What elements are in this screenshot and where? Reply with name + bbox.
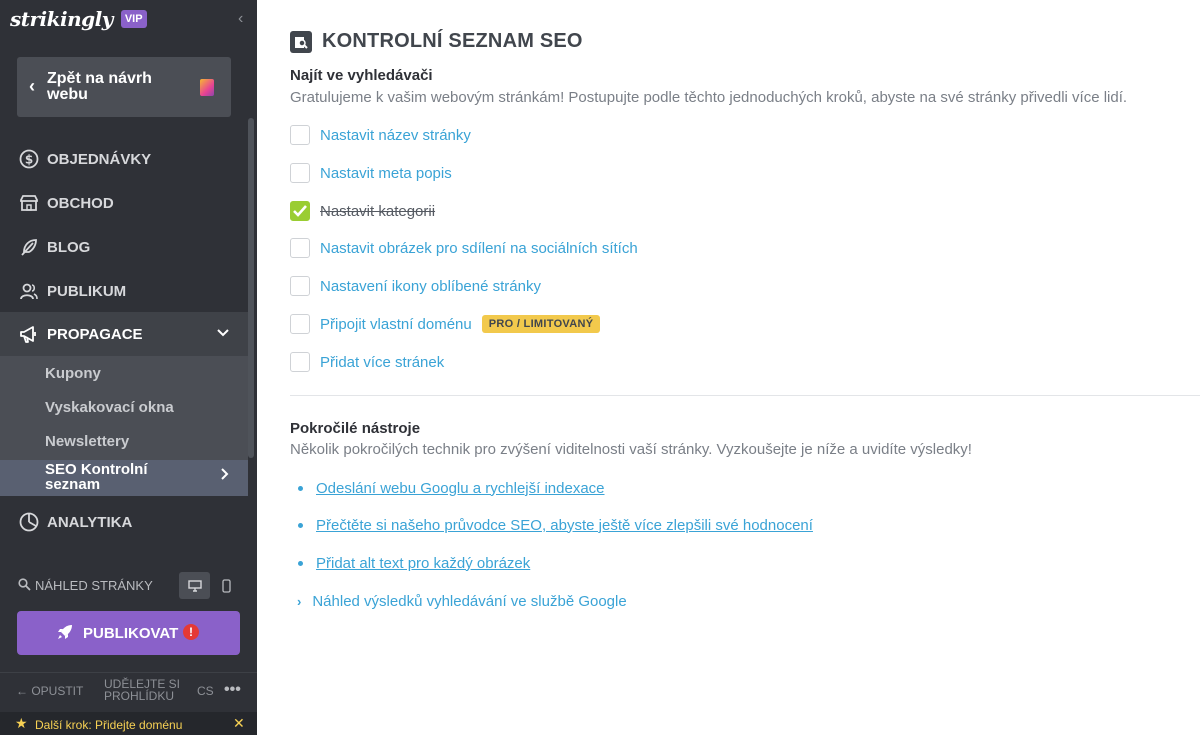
section-desc-advanced: Několik pokročilých technik pro zvýšení …: [290, 441, 972, 458]
nav-item-audience[interactable]: PUBLIKUM: [0, 269, 248, 313]
nav-item-analytics[interactable]: ANALYTIKA: [0, 500, 248, 544]
seo-search-icon: [290, 30, 312, 53]
back-to-editor-button[interactable]: ‹ Zpět na návrh webu: [17, 57, 231, 117]
submenu-item-coupons[interactable]: Kupony: [45, 365, 101, 382]
checkbox[interactable]: [290, 238, 310, 258]
brand: strikingly VIP: [10, 7, 147, 31]
page-preview-label[interactable]: NÁHLED STRÁNKY: [35, 578, 153, 593]
sidebar-scrollbar[interactable]: [248, 118, 254, 458]
checklist-item[interactable]: Připojit vlastní doménu PRO / LIMITOVANÝ: [290, 313, 601, 335]
sidebar: strikingly VIP ‹ ‹ Zpět na návrh webu $ …: [0, 0, 257, 735]
list-item: Odeslání webu Googlu a rychlejší indexac…: [298, 478, 605, 498]
nav-label: PROPAGACE: [47, 325, 143, 343]
bullet: [298, 485, 303, 491]
next-step-label: Další krok: Přidejte doménu: [35, 718, 183, 732]
chevron-down-icon: [216, 325, 230, 343]
next-step-banner[interactable]: ★ Další krok: Přidejte doménu ✕: [0, 712, 257, 735]
megaphone-icon: [18, 323, 40, 345]
google-preview-toggle[interactable]: › Náhled výsledků vyhledávání ve službě …: [297, 590, 627, 612]
chevron-right-icon: [220, 467, 230, 486]
checklist-link[interactable]: Nastavit název stránky: [320, 127, 471, 144]
feather-icon: [18, 236, 40, 258]
advanced-link[interactable]: Přidat alt text pro každý obrázek: [316, 555, 530, 572]
take-tour-button[interactable]: UDĚLEJTE SI PROHLÍDKU: [104, 678, 184, 702]
advanced-link[interactable]: Odeslání webu Googlu a rychlejší indexac…: [316, 480, 605, 497]
checklist-link[interactable]: Nastavit obrázek pro sdílení na sociální…: [320, 240, 638, 257]
checkmark-icon: [293, 205, 307, 217]
desktop-preview-button[interactable]: [179, 572, 210, 599]
submenu-item-popups[interactable]: Vyskakovací okna: [45, 399, 174, 416]
nav-item-promotion[interactable]: PROPAGACE: [0, 312, 248, 356]
language-selector[interactable]: CS: [197, 684, 214, 698]
nav-item-store[interactable]: OBCHOD: [0, 181, 248, 225]
sidebar-footer: ← OPUSTIT UDĚLEJTE SI PROHLÍDKU CS •••: [0, 672, 257, 710]
bullet: [298, 522, 303, 528]
nav-label: BLOG: [47, 238, 91, 256]
users-icon: [18, 280, 40, 302]
exit-label: OPUSTIT: [31, 684, 84, 698]
submenu-item-newsletters[interactable]: Newslettery: [45, 433, 129, 450]
google-preview-label: Náhled výsledků vyhledávání ve službě Go…: [312, 592, 627, 610]
nav-item-orders[interactable]: $ OBJEDNÁVKY: [0, 137, 248, 181]
checkbox[interactable]: [290, 163, 310, 183]
checklist-item[interactable]: Přidat více stránek: [290, 351, 444, 373]
nav-label: OBCHOD: [47, 194, 114, 212]
checkbox[interactable]: [290, 352, 310, 372]
checkbox[interactable]: [290, 125, 310, 145]
svg-text:$: $: [25, 153, 33, 167]
back-to-editor-label: Zpět na návrh webu: [47, 70, 152, 103]
advanced-link[interactable]: Přečtěte si našeho průvodce SEO, abyste …: [316, 517, 813, 534]
pro-limited-badge: PRO / LIMITOVANÝ: [481, 315, 601, 333]
checklist-item[interactable]: Nastavit kategorii: [290, 200, 435, 222]
store-icon: [18, 192, 40, 214]
section-desc-search: Gratulujeme k vašim webovým stránkám! Po…: [290, 89, 1128, 106]
logo[interactable]: strikingly: [10, 7, 113, 31]
nav-item-blog[interactable]: BLOG: [0, 225, 248, 269]
checklist-item[interactable]: Nastavit název stránky: [290, 124, 471, 146]
dollar-circle-icon: $: [18, 148, 40, 170]
page-title: KONTROLNÍ SEZNAM SEO: [322, 30, 583, 52]
rocket-icon: [57, 624, 73, 644]
nav-label: ANALYTIKA: [47, 513, 133, 531]
nav-label: PUBLIKUM: [47, 282, 127, 300]
checkbox-checked[interactable]: [290, 201, 310, 221]
section-divider: [290, 395, 1200, 396]
warning-icon: !: [183, 624, 199, 640]
checklist-item[interactable]: Nastavit meta popis: [290, 162, 452, 184]
main-content: KONTROLNÍ SEZNAM SEO Najít ve vyhledávač…: [257, 0, 1200, 735]
checklist-link[interactable]: Připojit vlastní doménu: [320, 316, 472, 333]
chevron-left-icon: ‹: [29, 76, 35, 96]
vip-badge: VIP: [120, 10, 147, 28]
checkbox[interactable]: [290, 314, 310, 334]
checklist-item[interactable]: Nastavit obrázek pro sdílení na sociální…: [290, 237, 638, 259]
submenu-item-label: SEO Kontrolní seznam: [45, 461, 148, 493]
close-icon[interactable]: ✕: [233, 715, 245, 732]
star-icon: ★: [15, 715, 28, 731]
page-header: KONTROLNÍ SEZNAM SEO: [290, 30, 583, 53]
analytics-icon: [18, 511, 40, 533]
preview-bar: NÁHLED STRÁNKY: [0, 566, 257, 606]
checklist-link[interactable]: Nastavení ikony oblíbené stránky: [320, 278, 541, 295]
bullet: [298, 560, 303, 566]
checkbox[interactable]: [290, 276, 310, 296]
exit-button[interactable]: ← OPUSTIT: [16, 684, 83, 698]
checklist-item[interactable]: Nastavení ikony oblíbené stránky: [290, 275, 541, 297]
collapse-sidebar-icon[interactable]: ‹: [238, 10, 243, 28]
section-title-search: Najít ve vyhledávači: [290, 67, 433, 84]
list-item: Přečtěte si našeho průvodce SEO, abyste …: [298, 515, 813, 535]
publish-label: PUBLIKOVAT: [83, 625, 179, 642]
submenu-item-seo-checklist[interactable]: SEO Kontrolní seznam: [0, 460, 248, 496]
nav-label: OBJEDNÁVKY: [47, 150, 152, 168]
search-icon: [18, 578, 31, 596]
chevron-right-icon: ›: [297, 593, 302, 609]
list-item: Přidat alt text pro každý obrázek: [298, 553, 530, 573]
publish-button[interactable]: PUBLIKOVAT !: [17, 611, 240, 655]
page-doc-icon: [200, 79, 214, 96]
checklist-link[interactable]: Nastavit meta popis: [320, 165, 452, 182]
checklist-link[interactable]: Přidat více stránek: [320, 354, 444, 371]
more-options-icon[interactable]: •••: [224, 681, 241, 699]
checklist-link-done[interactable]: Nastavit kategorii: [320, 203, 435, 220]
section-title-advanced: Pokročilé nástroje: [290, 420, 421, 437]
mobile-preview-button[interactable]: [216, 572, 236, 599]
